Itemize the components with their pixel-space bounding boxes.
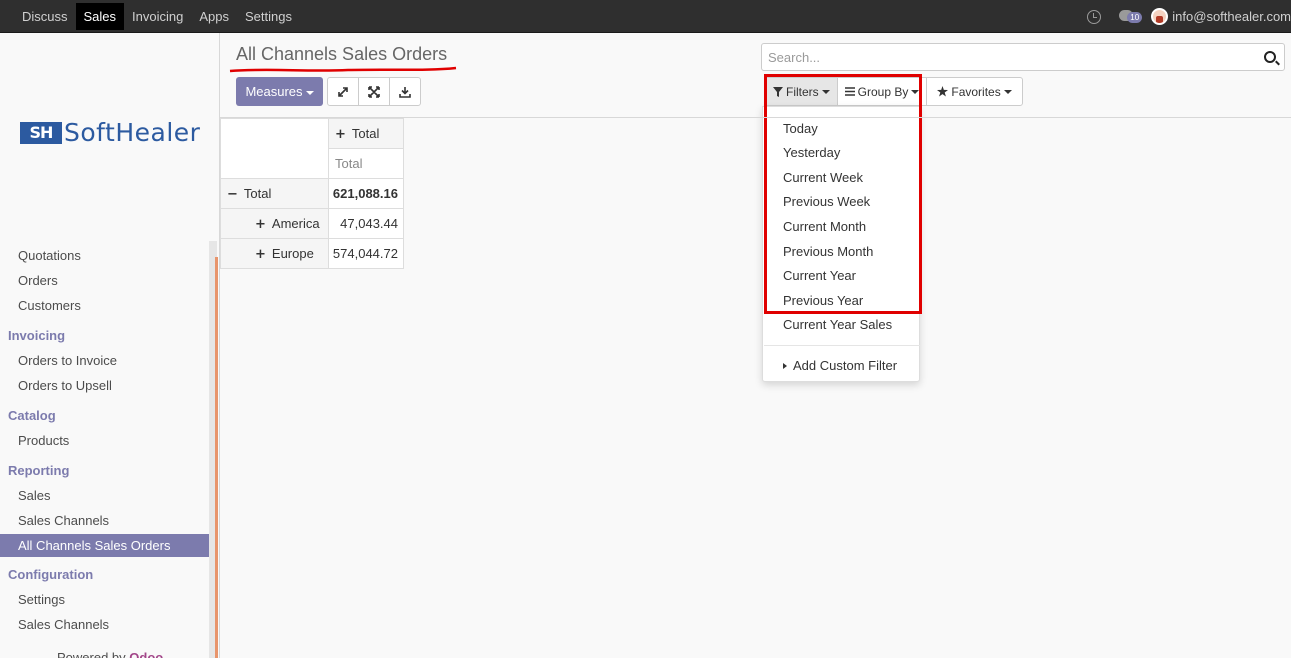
filters-label: Filters bbox=[786, 84, 819, 99]
groupby-label: Group By bbox=[857, 84, 909, 99]
measures-button[interactable]: Measures bbox=[236, 77, 323, 106]
filters-dropdown: Add Custom Filter Today Yesterday Current … bbox=[762, 106, 920, 382]
fullscreen-icon bbox=[368, 85, 380, 98]
powered-prefix: Powered by bbox=[57, 650, 130, 658]
title-underline-annotation bbox=[229, 66, 457, 73]
filter-option-current-month[interactable]: Current Month bbox=[783, 219, 866, 234]
favorites-button[interactable]: Favorites bbox=[926, 77, 1023, 106]
measures-label: Measures bbox=[245, 84, 303, 99]
caret-down-icon bbox=[305, 90, 314, 95]
user-menu[interactable]: info@softhealer.com bbox=[1172, 9, 1291, 24]
search-icon[interactable] bbox=[1264, 51, 1276, 63]
groupby-button[interactable]: Group By bbox=[836, 77, 928, 106]
chat-icon[interactable]: 10 bbox=[1119, 9, 1143, 24]
sidebar-menu: Quotations Orders Customers Invoicing Orders… bbox=[0, 243, 209, 637]
sidebar-section-configuration: Configuration bbox=[8, 567, 94, 582]
search-bar bbox=[761, 43, 1285, 71]
top-navbar: Discuss Sales Invoicing Apps Settings 10… bbox=[0, 0, 1291, 33]
search-options: Filters Group By Favorites bbox=[765, 77, 1023, 106]
menu-invoicing[interactable]: Invoicing bbox=[124, 0, 191, 33]
menu-discuss[interactable]: Discuss bbox=[14, 0, 76, 33]
sidebar-item-sales-channels[interactable]: Sales Channels bbox=[0, 508, 209, 533]
sidebar-section-reporting: Reporting bbox=[8, 463, 70, 478]
expand-all-button[interactable] bbox=[358, 77, 390, 106]
sidebar-item-sales[interactable]: Sales bbox=[0, 483, 209, 508]
sidebar-item-settings[interactable]: Settings bbox=[0, 587, 209, 612]
powered-by: Powered by Odoo bbox=[57, 650, 163, 658]
pivot-cell-america[interactable]: 47,043.44 bbox=[328, 208, 404, 239]
pivot-measure-header[interactable]: Total bbox=[328, 148, 404, 179]
download-icon bbox=[399, 86, 411, 98]
sidebar-item-all-channels-sales-orders[interactable]: All Channels Sales Orders bbox=[0, 534, 209, 557]
menu-sales[interactable]: Sales bbox=[75, 3, 125, 30]
logo-mark: SH bbox=[20, 121, 62, 144]
filter-option-previous-month[interactable]: Previous Month bbox=[783, 244, 873, 259]
sidebar-item-orders-to-invoice[interactable]: Orders to Invoice bbox=[0, 348, 209, 373]
pivot-cell-europe[interactable]: 574,044.72 bbox=[328, 238, 404, 269]
page-title: All Channels Sales Orders bbox=[236, 44, 448, 64]
menu-settings[interactable]: Settings bbox=[237, 0, 300, 33]
add-custom-filter[interactable]: Add Custom Filter bbox=[783, 358, 897, 373]
plus-icon: + bbox=[255, 216, 266, 232]
chat-count-badge: 10 bbox=[1127, 11, 1143, 23]
plus-icon: + bbox=[335, 126, 346, 142]
add-custom-filter-label: Add Custom Filter bbox=[793, 358, 898, 373]
sidebar-item-sales-channels[interactable]: Sales Channels bbox=[0, 612, 209, 637]
sidebar-item-orders-to-upsell[interactable]: Orders to Upsell bbox=[0, 373, 209, 398]
systray: 10 info@softhealer.com bbox=[1087, 0, 1291, 33]
row-total-label: Total bbox=[243, 185, 272, 201]
app-menu: Discuss Sales Invoicing Apps Settings bbox=[14, 0, 300, 33]
search-input[interactable] bbox=[762, 44, 1242, 70]
expand-arrows-icon bbox=[338, 86, 348, 97]
caret-down-icon bbox=[911, 89, 920, 94]
pivot-cell-total[interactable]: 621,088.16 bbox=[328, 178, 404, 209]
sidebar-scroll-thumb[interactable] bbox=[215, 257, 218, 658]
pivot-table: + Total Total − Total 621,088.16 + America … bbox=[220, 118, 404, 269]
funnel-icon bbox=[773, 86, 783, 97]
pivot-row-america[interactable]: + America bbox=[220, 208, 329, 239]
company-logo: SH SoftHealer bbox=[20, 118, 200, 147]
favorites-label: Favorites bbox=[951, 84, 1001, 99]
filter-option-previous-year[interactable]: Previous Year bbox=[783, 293, 863, 308]
filter-option-current-year[interactable]: Current Year bbox=[783, 268, 856, 283]
minus-icon: − bbox=[227, 186, 238, 202]
caret-down-icon bbox=[1003, 89, 1012, 94]
sidebar-section-invoicing: Invoicing bbox=[8, 328, 66, 343]
pivot-corner bbox=[220, 118, 329, 179]
row-label: America bbox=[271, 215, 320, 231]
filters-button[interactable]: Filters bbox=[765, 77, 838, 106]
pivot-actions bbox=[327, 77, 421, 106]
sidebar-section-catalog: Catalog bbox=[8, 408, 56, 423]
caret-right-icon bbox=[783, 362, 787, 369]
sidebar-item-orders[interactable]: Orders bbox=[0, 268, 209, 293]
col-header-label: Total bbox=[351, 125, 380, 141]
pivot-row-europe[interactable]: + Europe bbox=[220, 238, 329, 269]
logo-word: SoftHealer bbox=[64, 118, 201, 147]
sidebar-item-quotations[interactable]: Quotations bbox=[0, 243, 209, 268]
dropdown-divider bbox=[764, 345, 920, 346]
pivot-row-total[interactable]: − Total bbox=[220, 178, 329, 209]
powered-brand-link[interactable]: Odoo bbox=[129, 650, 163, 658]
filter-option-current-week[interactable]: Current Week bbox=[783, 170, 863, 185]
list-icon bbox=[844, 87, 855, 96]
filter-option-previous-week[interactable]: Previous Week bbox=[783, 194, 870, 209]
caret-down-icon bbox=[821, 89, 830, 94]
filter-option-current-year-sales[interactable]: Current Year Sales bbox=[783, 317, 892, 332]
filter-option-yesterday[interactable]: Yesterday bbox=[783, 145, 840, 160]
menu-apps[interactable]: Apps bbox=[191, 0, 237, 33]
activity-clock-icon[interactable] bbox=[1087, 9, 1102, 24]
star-icon bbox=[937, 86, 949, 97]
sidebar: SH SoftHealer Quotations Orders Customers I… bbox=[0, 33, 220, 658]
plus-icon: + bbox=[255, 246, 266, 262]
download-button[interactable] bbox=[389, 77, 421, 106]
avatar[interactable] bbox=[1151, 8, 1169, 25]
flip-axis-button[interactable] bbox=[327, 77, 359, 106]
sidebar-item-customers[interactable]: Customers bbox=[0, 293, 209, 318]
pivot-col-header[interactable]: + Total bbox=[328, 118, 404, 149]
sidebar-item-products[interactable]: Products bbox=[0, 428, 209, 453]
row-label: Europe bbox=[271, 245, 314, 261]
filter-option-today[interactable]: Today bbox=[783, 121, 818, 136]
